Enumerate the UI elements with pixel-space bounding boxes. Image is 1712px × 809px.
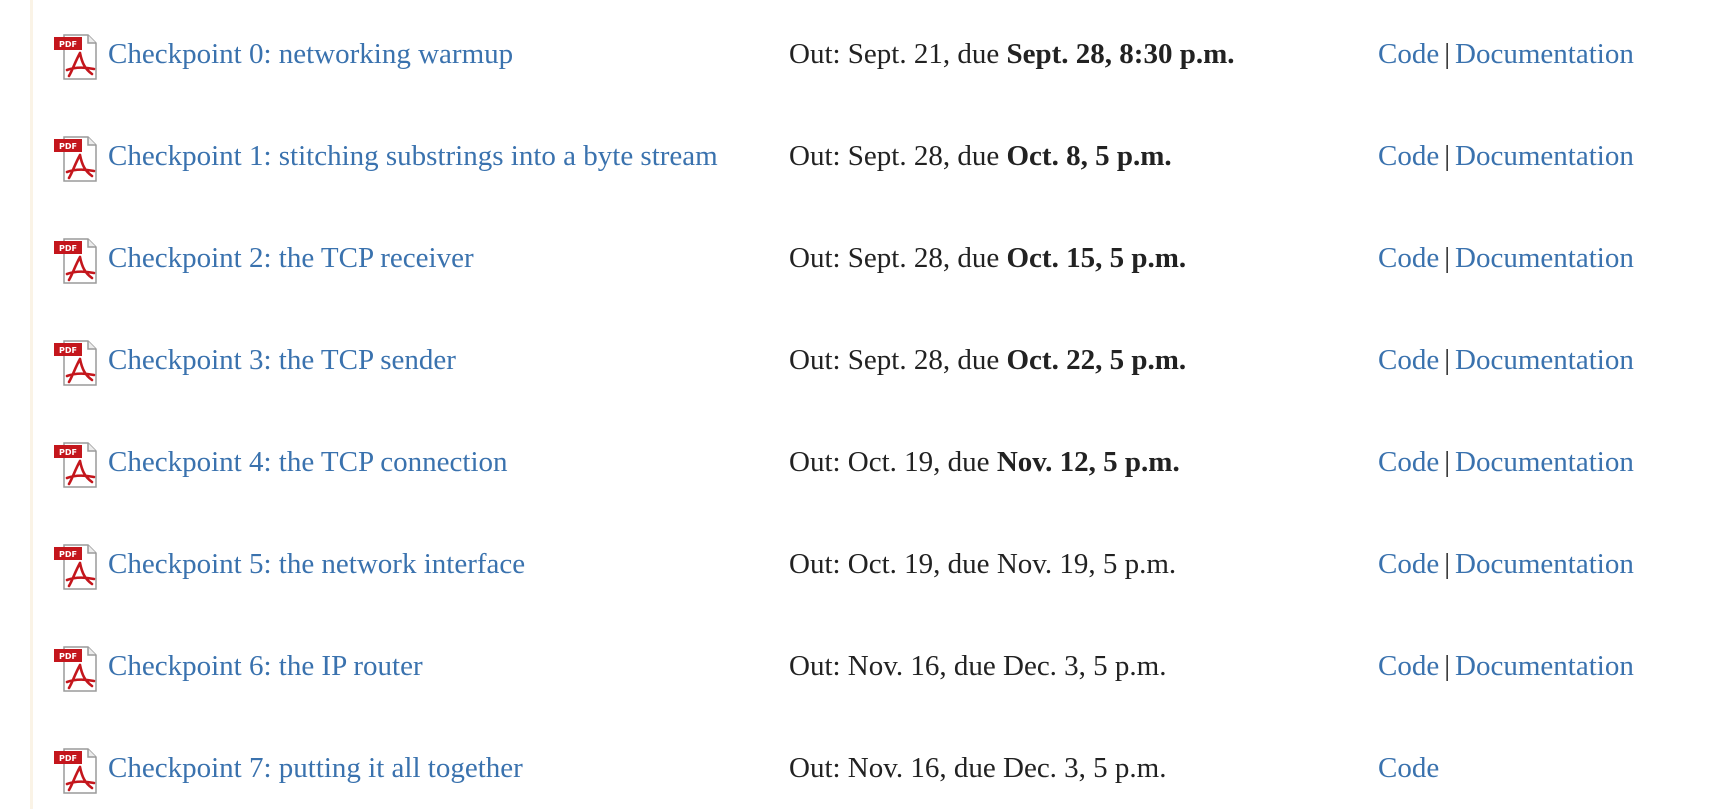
documentation-link[interactable]: Documentation bbox=[1455, 548, 1634, 580]
due-date: Dec. 3, 5 p.m. bbox=[1003, 650, 1167, 682]
resource-links: Code | Documentation bbox=[1378, 646, 1634, 686]
out-date: Out: Sept. 28, due bbox=[789, 344, 1007, 376]
due-date: Nov. 12, 5 p.m. bbox=[996, 446, 1180, 478]
code-link[interactable]: Code bbox=[1378, 140, 1439, 172]
svg-text:PDF: PDF bbox=[59, 346, 77, 355]
checkpoint-dates: Out: Oct. 19, due Nov. 19, 5 p.m. bbox=[789, 544, 1176, 584]
code-link[interactable]: Code bbox=[1378, 344, 1439, 376]
svg-text:PDF: PDF bbox=[59, 754, 77, 763]
documentation-link[interactable]: Documentation bbox=[1455, 140, 1634, 172]
checkpoint-dates: Out: Oct. 19, due Nov. 12, 5 p.m. bbox=[789, 442, 1180, 482]
pdf-icon[interactable]: PDF bbox=[52, 236, 100, 286]
resource-links: Code bbox=[1378, 748, 1439, 788]
due-date: Sept. 28, 8:30 p.m. bbox=[1006, 38, 1235, 70]
svg-text:PDF: PDF bbox=[59, 652, 77, 661]
checkpoint-row: PDF Checkpoint 3: the TCP sender Out: Se… bbox=[0, 338, 1712, 398]
out-date: Out: Nov. 16, due bbox=[789, 752, 1003, 784]
documentation-link[interactable]: Documentation bbox=[1455, 344, 1634, 376]
checkpoint-dates: Out: Nov. 16, due Dec. 3, 5 p.m. bbox=[789, 646, 1167, 686]
link-separator: | bbox=[1444, 140, 1451, 172]
checkpoint-row: PDF Checkpoint 0: networking warmup Out:… bbox=[0, 32, 1712, 92]
svg-text:PDF: PDF bbox=[59, 550, 77, 559]
checkpoint-row: PDF Checkpoint 4: the TCP connection Out… bbox=[0, 440, 1712, 500]
code-link[interactable]: Code bbox=[1378, 752, 1439, 784]
link-separator: | bbox=[1444, 38, 1451, 70]
documentation-link[interactable]: Documentation bbox=[1455, 650, 1634, 682]
link-separator: | bbox=[1444, 548, 1451, 580]
code-link[interactable]: Code bbox=[1378, 242, 1439, 274]
pdf-icon[interactable]: PDF bbox=[52, 338, 100, 388]
checkpoint-row: PDF Checkpoint 6: the IP router Out: Nov… bbox=[0, 644, 1712, 704]
out-date: Out: Sept. 28, due bbox=[789, 242, 1007, 274]
pdf-icon[interactable]: PDF bbox=[52, 542, 100, 592]
due-date: Oct. 22, 5 p.m. bbox=[1006, 344, 1187, 376]
checkpoint-row: PDF Checkpoint 7: putting it all togethe… bbox=[0, 746, 1712, 806]
due-date: Nov. 19, 5 p.m. bbox=[996, 548, 1177, 580]
checkpoint-row: PDF Checkpoint 2: the TCP receiver Out: … bbox=[0, 236, 1712, 296]
due-date: Oct. 15, 5 p.m. bbox=[1006, 242, 1187, 274]
due-date: Dec. 3, 5 p.m. bbox=[1003, 752, 1167, 784]
checkpoint-row: PDF Checkpoint 1: stitching substrings i… bbox=[0, 134, 1712, 194]
out-date: Out: Oct. 19, due bbox=[789, 446, 997, 478]
checkpoint-title-link[interactable]: Checkpoint 6: the IP router bbox=[108, 646, 423, 686]
checkpoint-row: PDF Checkpoint 5: the network interface … bbox=[0, 542, 1712, 602]
link-separator: | bbox=[1444, 650, 1451, 682]
out-date: Out: Sept. 21, due bbox=[789, 38, 1007, 70]
out-date: Out: Sept. 28, due bbox=[789, 140, 1007, 172]
code-link[interactable]: Code bbox=[1378, 446, 1439, 478]
checkpoint-title-link[interactable]: Checkpoint 2: the TCP receiver bbox=[108, 238, 474, 278]
resource-links: Code | Documentation bbox=[1378, 544, 1634, 584]
pdf-icon[interactable]: PDF bbox=[52, 746, 100, 796]
checkpoint-title-link[interactable]: Checkpoint 5: the network interface bbox=[108, 544, 525, 584]
link-separator: | bbox=[1444, 344, 1451, 376]
checkpoint-dates: Out: Sept. 21, due Sept. 28, 8:30 p.m. bbox=[789, 34, 1234, 74]
checkpoint-title-link[interactable]: Checkpoint 3: the TCP sender bbox=[108, 340, 456, 380]
documentation-link[interactable]: Documentation bbox=[1455, 38, 1634, 70]
resource-links: Code | Documentation bbox=[1378, 238, 1634, 278]
checkpoint-title-link[interactable]: Checkpoint 0: networking warmup bbox=[108, 34, 513, 74]
svg-text:PDF: PDF bbox=[59, 244, 77, 253]
documentation-link[interactable]: Documentation bbox=[1455, 446, 1634, 478]
documentation-link[interactable]: Documentation bbox=[1455, 242, 1634, 274]
checkpoint-dates: Out: Sept. 28, due Oct. 22, 5 p.m. bbox=[789, 340, 1186, 380]
checkpoint-dates: Out: Nov. 16, due Dec. 3, 5 p.m. bbox=[789, 748, 1167, 788]
code-link[interactable]: Code bbox=[1378, 38, 1439, 70]
resource-links: Code | Documentation bbox=[1378, 340, 1634, 380]
out-date: Out: Nov. 16, due bbox=[789, 650, 1003, 682]
checkpoint-dates: Out: Sept. 28, due Oct. 8, 5 p.m. bbox=[789, 136, 1172, 176]
resource-links: Code | Documentation bbox=[1378, 442, 1634, 482]
code-link[interactable]: Code bbox=[1378, 650, 1439, 682]
svg-text:PDF: PDF bbox=[59, 142, 77, 151]
checkpoint-title-link[interactable]: Checkpoint 7: putting it all together bbox=[108, 748, 523, 788]
pdf-icon[interactable]: PDF bbox=[52, 32, 100, 82]
link-separator: | bbox=[1444, 242, 1451, 274]
checkpoint-title-link[interactable]: Checkpoint 4: the TCP connection bbox=[108, 442, 508, 482]
resource-links: Code | Documentation bbox=[1378, 136, 1634, 176]
svg-text:PDF: PDF bbox=[59, 448, 77, 457]
code-link[interactable]: Code bbox=[1378, 548, 1439, 580]
svg-text:PDF: PDF bbox=[59, 40, 77, 49]
resource-links: Code | Documentation bbox=[1378, 34, 1634, 74]
pdf-icon[interactable]: PDF bbox=[52, 440, 100, 490]
link-separator: | bbox=[1444, 446, 1451, 478]
due-date: Oct. 8, 5 p.m. bbox=[1006, 140, 1172, 172]
pdf-icon[interactable]: PDF bbox=[52, 644, 100, 694]
checkpoint-dates: Out: Sept. 28, due Oct. 15, 5 p.m. bbox=[789, 238, 1186, 278]
out-date: Out: Oct. 19, due bbox=[789, 548, 997, 580]
checkpoint-title-link[interactable]: Checkpoint 1: stitching substrings into … bbox=[108, 136, 718, 176]
pdf-icon[interactable]: PDF bbox=[52, 134, 100, 184]
